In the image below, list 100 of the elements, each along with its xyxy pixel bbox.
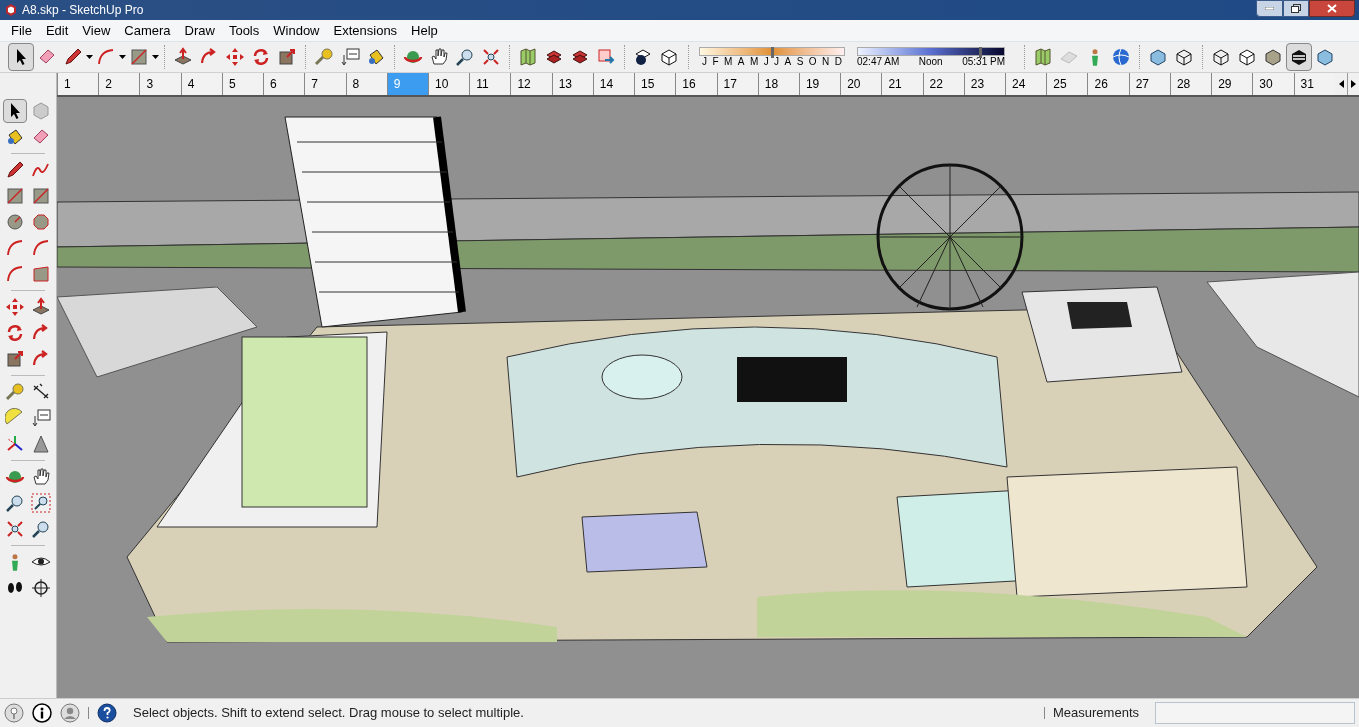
magnifier-icon — [31, 519, 51, 539]
slider-thumb[interactable] — [770, 46, 774, 58]
rectangle-icon — [31, 186, 51, 206]
cube-icon — [1237, 47, 1257, 67]
menu-item[interactable]: Edit — [38, 20, 76, 41]
cube-icon — [1148, 47, 1168, 67]
cube-icon — [31, 101, 51, 121]
pencil-icon — [5, 160, 25, 180]
magnifier-window-icon — [31, 493, 51, 513]
arc-icon — [5, 238, 25, 258]
cross-arrows-icon — [5, 297, 25, 317]
striped-cube-icon — [1289, 47, 1309, 67]
circular-arrows-icon — [5, 323, 25, 343]
box-arrow-icon — [31, 297, 51, 317]
minimize-button[interactable] — [1256, 0, 1283, 17]
expand-arrows-icon — [481, 47, 501, 67]
tool-button[interactable] — [3, 99, 27, 123]
app-logo-icon — [4, 3, 18, 17]
circle-icon — [5, 212, 25, 232]
triangle-icon — [31, 434, 51, 454]
map-icon — [518, 47, 538, 67]
month-label: N — [821, 55, 830, 68]
arc-icon — [96, 47, 116, 67]
tape-measure-icon — [314, 47, 334, 67]
box-arrow-icon — [173, 47, 193, 67]
restore-icon — [1291, 4, 1301, 13]
month-label: J — [702, 55, 707, 68]
text-label-icon — [340, 47, 360, 67]
status-hint: Select objects. Shift to extend select. Drag mouse to select multiple. — [133, 704, 524, 723]
paint-bucket-icon — [5, 127, 25, 147]
month-label: D — [834, 55, 842, 68]
wireframe-cube-icon — [1211, 47, 1231, 67]
cross-arrows-icon — [225, 47, 245, 67]
cube-icon — [659, 47, 679, 67]
measurements-field[interactable] — [1155, 702, 1355, 724]
month-label: A — [737, 55, 745, 68]
slider-thumb[interactable] — [979, 46, 983, 58]
close-button[interactable] — [1309, 0, 1355, 17]
menu-item[interactable]: Draw — [177, 20, 222, 41]
menu-item[interactable]: Extensions — [326, 20, 405, 41]
window-title: A8.skp - SketchUp Pro — [22, 2, 144, 19]
menu-item[interactable]: Tools — [221, 20, 267, 41]
cube-icon — [1263, 47, 1283, 67]
menu-item[interactable]: Window — [266, 20, 327, 41]
restore-button[interactable] — [1283, 0, 1309, 17]
globe-icon — [1111, 47, 1131, 67]
triangle-right-icon — [1351, 80, 1356, 88]
tool-button[interactable] — [29, 491, 53, 515]
rectangle-icon — [129, 47, 149, 67]
tool-button[interactable] — [29, 576, 53, 600]
menu-item[interactable]: Help — [404, 20, 445, 41]
close-icon — [1327, 4, 1337, 13]
tool-button[interactable] — [1286, 43, 1312, 71]
time-label: 05:31 PM — [962, 55, 1005, 68]
magnifier-icon — [455, 47, 475, 67]
month-label: J — [763, 55, 769, 68]
month-label: M — [724, 55, 733, 68]
time-label: Noon — [918, 55, 943, 68]
pin-icon[interactable] — [4, 703, 24, 723]
menu-item[interactable]: Camera — [117, 20, 178, 41]
triangle-left-icon — [1338, 80, 1344, 88]
minimize-icon — [1265, 7, 1274, 10]
axes-icon — [5, 434, 25, 454]
arc-icon — [31, 238, 51, 258]
user-icon[interactable] — [60, 703, 80, 723]
pencil-icon — [63, 47, 83, 67]
month-label: F — [712, 55, 719, 68]
hand-icon — [31, 467, 51, 487]
tape-measure-icon — [5, 382, 25, 402]
help-icon[interactable] — [97, 703, 117, 723]
menu-item[interactable]: View — [75, 20, 118, 41]
map-icon — [1033, 47, 1053, 67]
octagon-icon — [31, 212, 51, 232]
crosshair-icon — [31, 578, 51, 598]
month-label: A — [784, 55, 792, 68]
magnifier-icon — [5, 493, 25, 513]
hand-icon — [429, 47, 449, 67]
circular-arrows-icon — [251, 47, 271, 67]
month-label: J — [774, 55, 780, 68]
info-icon[interactable] — [32, 703, 52, 723]
arc-icon — [5, 264, 25, 284]
tool-button[interactable] — [8, 43, 34, 71]
time-slider[interactable] — [857, 46, 1005, 56]
menu-item[interactable]: File — [4, 20, 39, 41]
info-cube-icon — [633, 47, 653, 67]
rectangle-icon — [5, 186, 25, 206]
month-label: M — [749, 55, 759, 68]
cube-icon — [1315, 47, 1335, 67]
person-icon — [1091, 48, 1099, 66]
text-label-icon — [31, 408, 51, 428]
paint-bucket-icon — [366, 47, 386, 67]
month-label: S — [796, 55, 804, 68]
time-label: 02:47 AM — [857, 55, 900, 68]
date-slider[interactable] — [699, 46, 845, 56]
square-arrow-icon — [5, 349, 25, 369]
month-label: O — [808, 55, 817, 68]
measurements-label: Measurements — [1053, 704, 1139, 723]
expand-arrows-icon — [5, 519, 25, 539]
square-arrow-icon — [277, 47, 297, 67]
wireframe-cube-icon — [1174, 47, 1194, 67]
